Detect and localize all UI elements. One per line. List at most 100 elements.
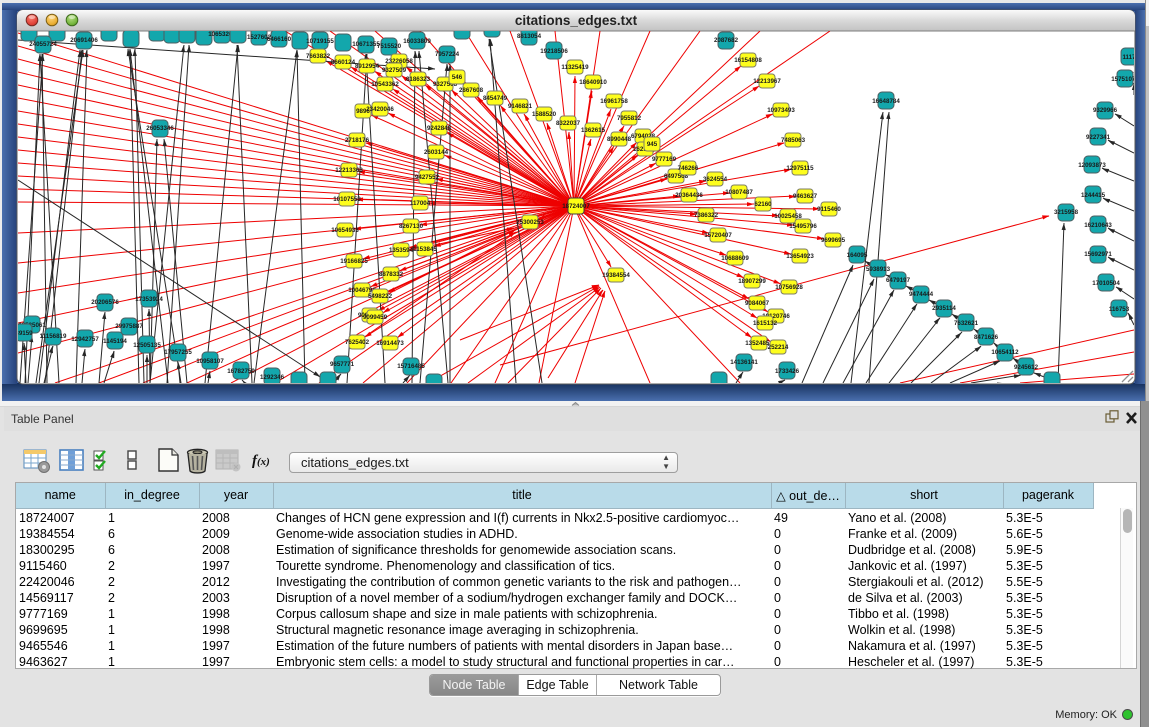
svg-text:9777169: 9777169 [652,156,677,163]
svg-text:1733426: 1733426 [775,368,800,375]
svg-text:14136141: 14136141 [730,359,758,366]
svg-text:16154808: 16154808 [734,57,762,64]
svg-text:16648784: 16648784 [872,98,900,105]
svg-text:1153845: 1153845 [413,246,437,253]
svg-text:8322037: 8322037 [556,120,581,127]
svg-text:252214: 252214 [768,344,789,351]
svg-text:17353924: 17353924 [135,296,163,303]
svg-text:9245612: 9245612 [1014,364,1039,371]
svg-text:1244415: 1244415 [1081,192,1106,199]
svg-text:13654923: 13654923 [786,253,814,260]
svg-text:9146821: 9146821 [508,103,533,110]
svg-text:12213967: 12213967 [753,78,781,85]
svg-text:19218506: 19218506 [540,48,568,55]
svg-text:9329966: 9329966 [1093,107,1118,114]
svg-text:8813054: 8813054 [517,33,542,40]
svg-text:1588520: 1588520 [532,111,557,118]
svg-text:10654112: 10654112 [991,349,1019,356]
svg-text:9327509: 9327509 [382,67,407,74]
svg-text:1615132: 1615132 [753,320,778,327]
svg-text:29975887: 29975887 [115,323,143,330]
svg-text:116753: 116753 [1109,306,1130,313]
svg-text:25300253: 25300253 [516,219,544,226]
svg-text:2718176: 2718176 [345,137,370,144]
svg-text:10756928: 10756928 [775,284,803,291]
svg-text:6466160: 6466160 [267,36,292,43]
svg-text:9084067: 9084067 [745,300,770,307]
svg-text:1353594: 1353594 [389,247,414,254]
svg-text:8471626: 8471626 [974,334,999,341]
svg-text:7485063: 7485063 [781,137,806,144]
svg-text:20364436: 20364436 [675,192,703,199]
svg-text:15692971: 15692971 [1084,251,1112,258]
svg-text:1292346: 1292346 [260,374,285,381]
svg-text:15720407: 15720407 [704,232,732,239]
svg-text:8267130: 8267130 [399,223,424,230]
svg-text:9657771: 9657771 [330,361,355,368]
svg-text:7955812: 7955812 [617,115,642,122]
svg-text:18907299: 18907299 [738,278,766,285]
svg-text:5938913: 5938913 [866,266,891,273]
svg-text:7663822: 7663822 [306,53,331,60]
svg-text:7632621: 7632621 [954,320,979,327]
svg-text:2935114: 2935114 [932,305,956,312]
svg-text:5498222: 5498222 [368,293,393,300]
svg-text:9227341: 9227341 [1086,134,1111,141]
svg-text:12942757: 12942757 [71,336,99,343]
svg-text:117004: 117004 [410,200,431,207]
svg-text:19166825: 19166825 [340,258,368,265]
svg-text:8186323: 8186323 [406,76,431,83]
svg-text:1145194: 1145194 [103,338,127,345]
svg-text:2087682: 2087682 [714,37,739,44]
svg-text:8454749: 8454749 [483,95,508,102]
svg-text:9427552: 9427552 [415,174,440,181]
svg-text:10107553: 10107553 [333,196,361,203]
svg-text:10958107: 10958107 [196,358,224,365]
svg-text:9463627: 9463627 [793,193,818,200]
svg-text:20206576: 20206576 [91,299,119,306]
svg-text:39159: 39159 [15,330,33,337]
svg-text:16961758: 16961758 [600,98,628,105]
svg-text:10719155: 10719155 [306,38,334,45]
svg-text:16782759: 16782759 [227,368,255,375]
svg-text:19384554: 19384554 [602,272,630,279]
svg-text:164095: 164095 [847,252,868,259]
svg-text:9242848: 9242848 [427,125,452,132]
svg-text:17010504: 17010504 [1092,280,1120,287]
svg-text:7515520: 7515520 [377,43,402,50]
svg-text:7957224: 7957224 [435,51,460,58]
svg-text:12093873: 12093873 [1078,162,1106,169]
svg-text:15716485: 15716485 [397,363,425,370]
svg-text:9699695: 9699695 [821,237,846,244]
svg-text:11156819: 11156819 [40,333,67,340]
svg-text:9115460: 9115460 [817,206,841,213]
svg-text:8660124: 8660124 [331,59,356,66]
svg-text:2867608: 2867608 [459,87,484,94]
svg-text:8912954: 8912954 [355,63,380,70]
svg-text:10973493: 10973493 [767,107,795,114]
svg-text:8878332: 8878332 [379,271,404,278]
svg-text:9099459: 9099459 [363,314,388,321]
svg-text:746266: 746266 [678,165,699,172]
svg-text:6479197: 6479197 [886,277,911,284]
svg-text:10543362: 10543362 [371,81,399,88]
svg-text:62160: 62160 [754,201,772,208]
svg-text:9474444: 9474444 [909,291,934,298]
svg-text:10807487: 10807487 [725,189,753,196]
svg-text:10688609: 10688609 [721,255,749,262]
svg-text:16914473: 16914473 [376,340,404,347]
svg-text:7625402: 7625402 [345,339,370,346]
svg-text:546: 546 [452,74,463,81]
svg-text:15495796: 15495796 [789,223,817,230]
svg-text:18640910: 18640910 [579,79,607,86]
svg-text:3215958: 3215958 [1054,209,1079,216]
svg-text:f(x): f(x) [252,453,270,469]
svg-text:11325419: 11325419 [561,64,589,71]
svg-text:18724007: 18724007 [562,203,590,210]
svg-text:7386322: 7386322 [694,212,719,219]
svg-text:3624554: 3624554 [703,176,728,183]
svg-text:2603144: 2603144 [424,149,449,156]
svg-text:12505135: 12505135 [133,342,161,349]
svg-text:12975115: 12975115 [786,165,814,172]
svg-text:17957255: 17957255 [164,349,192,356]
